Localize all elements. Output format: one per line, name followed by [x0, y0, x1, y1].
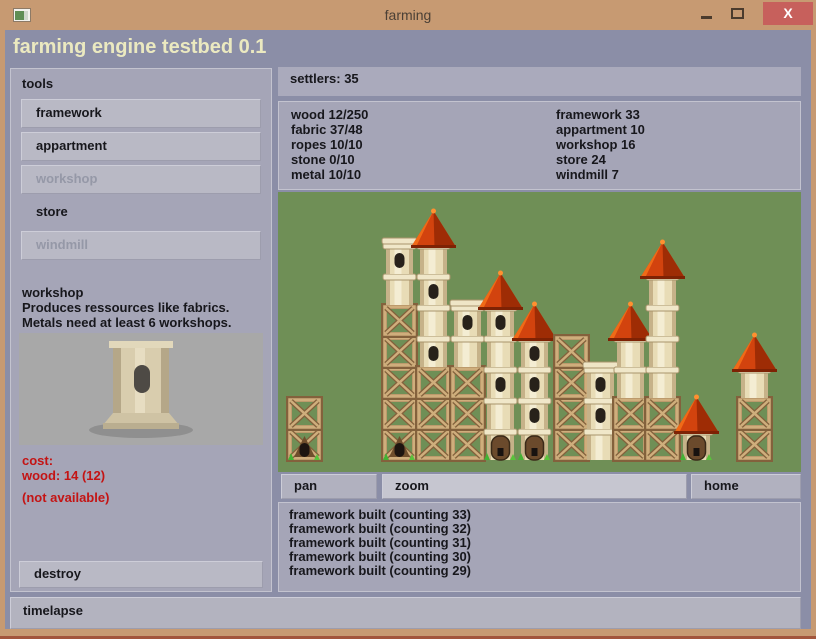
- resource-line: ropes 10/10: [291, 137, 368, 152]
- description-line: Produces ressources like fabrics.: [22, 300, 266, 315]
- log-line: framework built (counting 32): [289, 522, 800, 536]
- window-title: farming: [0, 7, 816, 23]
- resources-panel: wood 12/250fabric 37/48ropes 10/10stone …: [278, 101, 801, 190]
- maximize-button[interactable]: [728, 2, 750, 25]
- resource-line: wood 12/250: [291, 107, 368, 122]
- description-line: Metals need at least 6 workshops.: [22, 315, 266, 330]
- description-line: workshop: [22, 285, 266, 300]
- building-count-line: appartment 10: [556, 122, 645, 137]
- building-count-list: framework 33appartment 10workshop 16stor…: [556, 107, 645, 182]
- close-button[interactable]: X: [763, 2, 813, 25]
- tool-button-workshop[interactable]: workshop: [21, 165, 261, 194]
- log-line: framework built (counting 30): [289, 550, 800, 564]
- tool-button-store[interactable]: store: [21, 198, 261, 227]
- titlebar: farming X: [0, 0, 816, 30]
- minimize-button[interactable]: [697, 2, 719, 25]
- tools-panel: tools framework appartment workshop store wi…: [10, 68, 272, 592]
- maximize-icon: [731, 8, 744, 19]
- availability-label: (not available): [22, 490, 109, 505]
- tool-button-appartment[interactable]: appartment: [21, 132, 261, 161]
- cost-line: wood: 14 (12): [22, 468, 105, 483]
- log-line: framework built (counting 33): [289, 508, 800, 522]
- timelapse-button[interactable]: timelapse: [10, 597, 801, 629]
- page-title: farming engine testbed 0.1: [13, 36, 266, 59]
- home-button[interactable]: home: [691, 474, 801, 499]
- resource-list: wood 12/250fabric 37/48ropes 10/10stone …: [291, 107, 368, 182]
- resource-line: stone 0/10: [291, 152, 368, 167]
- app-window: farming X farming engine testbed 0.1 too…: [0, 0, 816, 639]
- preview-image: [19, 333, 263, 445]
- building-count-line: workshop 16: [556, 137, 645, 152]
- log-panel: framework built (counting 33)framework b…: [278, 502, 801, 592]
- settlers-bar: settlers: 35: [278, 67, 801, 96]
- tool-button-framework[interactable]: framework: [21, 99, 261, 128]
- tools-heading: tools: [22, 76, 53, 91]
- game-scene: [278, 192, 801, 472]
- resource-line: fabric 37/48: [291, 122, 368, 137]
- resource-line: metal 10/10: [291, 167, 368, 182]
- building-count-line: framework 33: [556, 107, 645, 122]
- game-canvas[interactable]: [278, 192, 801, 472]
- log-line: framework built (counting 29): [289, 564, 800, 578]
- building-count-line: store 24: [556, 152, 645, 167]
- cost-info: cost:wood: 14 (12): [22, 453, 105, 483]
- cost-line: cost:: [22, 453, 105, 468]
- tool-list: framework appartment workshop store windmill: [21, 99, 261, 264]
- settlers-label: settlers: 35: [278, 67, 801, 86]
- minimize-icon: [701, 16, 712, 19]
- tool-description: workshopProduces ressources like fabrics…: [22, 285, 266, 330]
- pan-button[interactable]: pan: [281, 474, 377, 499]
- destroy-button[interactable]: destroy: [19, 561, 263, 588]
- log-line: framework built (counting 31): [289, 536, 800, 550]
- zoom-button[interactable]: zoom: [382, 474, 687, 499]
- building-count-line: windmill 7: [556, 167, 645, 182]
- main-content: farming engine testbed 0.1 tools framewo…: [5, 30, 811, 629]
- tool-button-windmill[interactable]: windmill: [21, 231, 261, 260]
- preview-tower-graphic: [19, 333, 263, 445]
